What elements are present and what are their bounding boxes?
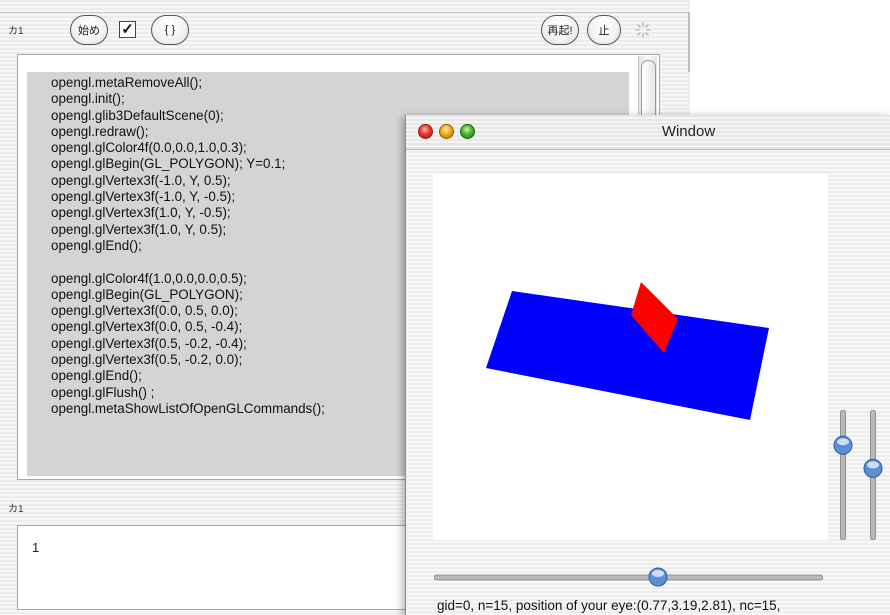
code-line: opengl.glBegin(GL_POLYGON); [51, 286, 243, 302]
right-vertical-slider-thumb[interactable] [863, 458, 883, 478]
code-line: opengl.glEnd(); [51, 237, 142, 253]
editor-top-border [0, 12, 690, 13]
checkmark-icon: ✓ [121, 21, 134, 38]
horizontal-slider[interactable] [434, 567, 823, 587]
braces-button[interactable]: { } [151, 15, 189, 45]
code-line: opengl.glVertex3f(0.0, 0.5, -0.4); [51, 319, 243, 335]
top-panel-label: カ1 [8, 26, 24, 37]
left-vertical-slider[interactable] [833, 410, 853, 540]
code-line: opengl.glVertex3f(0.5, -0.2, -0.4); [51, 335, 247, 351]
code-line: opengl.glEnd(); [51, 368, 142, 384]
code-line: opengl.glib3DefaultScene(0); [51, 107, 224, 123]
code-line: opengl.glColor4f(0.0,0.0,1.0,0.3); [51, 140, 247, 156]
code-line: opengl.glVertex3f(0.0, 0.5, 0.0); [51, 303, 238, 319]
restart-button[interactable]: 再起! [541, 15, 579, 45]
status-text: gid=0, n=15, position of your eye:(0.77,… [437, 598, 781, 613]
scrollbar-thumb[interactable] [641, 60, 656, 122]
code-line: opengl.glVertex3f(-1.0, Y, -0.5); [51, 189, 236, 205]
right-vertical-slider[interactable] [863, 410, 883, 540]
code-line: opengl.glVertex3f(1.0, Y, 0.5); [51, 221, 227, 237]
horizontal-slider-thumb[interactable] [648, 567, 668, 587]
code-line: opengl.metaRemoveAll(); [51, 75, 203, 90]
code-editor[interactable]: opengl.metaRemoveAll(); opengl.init(); ope… [51, 75, 325, 417]
stop-button[interactable]: 止 [587, 15, 621, 45]
code-line: opengl.glVertex3f(1.0, Y, -0.5); [51, 205, 231, 221]
code-line: opengl.redraw(); [51, 123, 149, 139]
start-button[interactable]: 始め [70, 15, 108, 45]
output-text: 1 [32, 540, 40, 555]
code-line: opengl.init(); [51, 91, 125, 107]
code-line: opengl.glFlush() ; [51, 384, 155, 400]
code-line: opengl.metaShowListOfOpenGLCommands(); [51, 400, 325, 416]
checkbox[interactable]: ✓ [119, 21, 136, 38]
code-line: opengl.glColor4f(1.0,0.0,0.0,0.5); [51, 270, 247, 286]
busy-spinner-icon [635, 22, 651, 38]
editor-edge [688, 12, 690, 72]
output-panel-label: カ1 [8, 504, 24, 515]
opengl-canvas[interactable] [433, 174, 828, 540]
blue-plane [486, 291, 769, 420]
output-panel[interactable] [17, 525, 417, 610]
window-title: Window [661, 123, 716, 140]
code-line: opengl.glVertex3f(0.5, -0.2, 0.0); [51, 352, 243, 368]
code-line: opengl.glVertex3f(-1.0, Y, 0.5); [51, 172, 231, 188]
window-titlebar[interactable]: Window [406, 115, 890, 150]
opengl-window: Window gid=0, n=15, position of your eye… [405, 115, 890, 615]
left-vertical-slider-thumb[interactable] [833, 435, 853, 455]
code-line: opengl.glBegin(GL_POLYGON); Y=0.1; [51, 156, 286, 172]
